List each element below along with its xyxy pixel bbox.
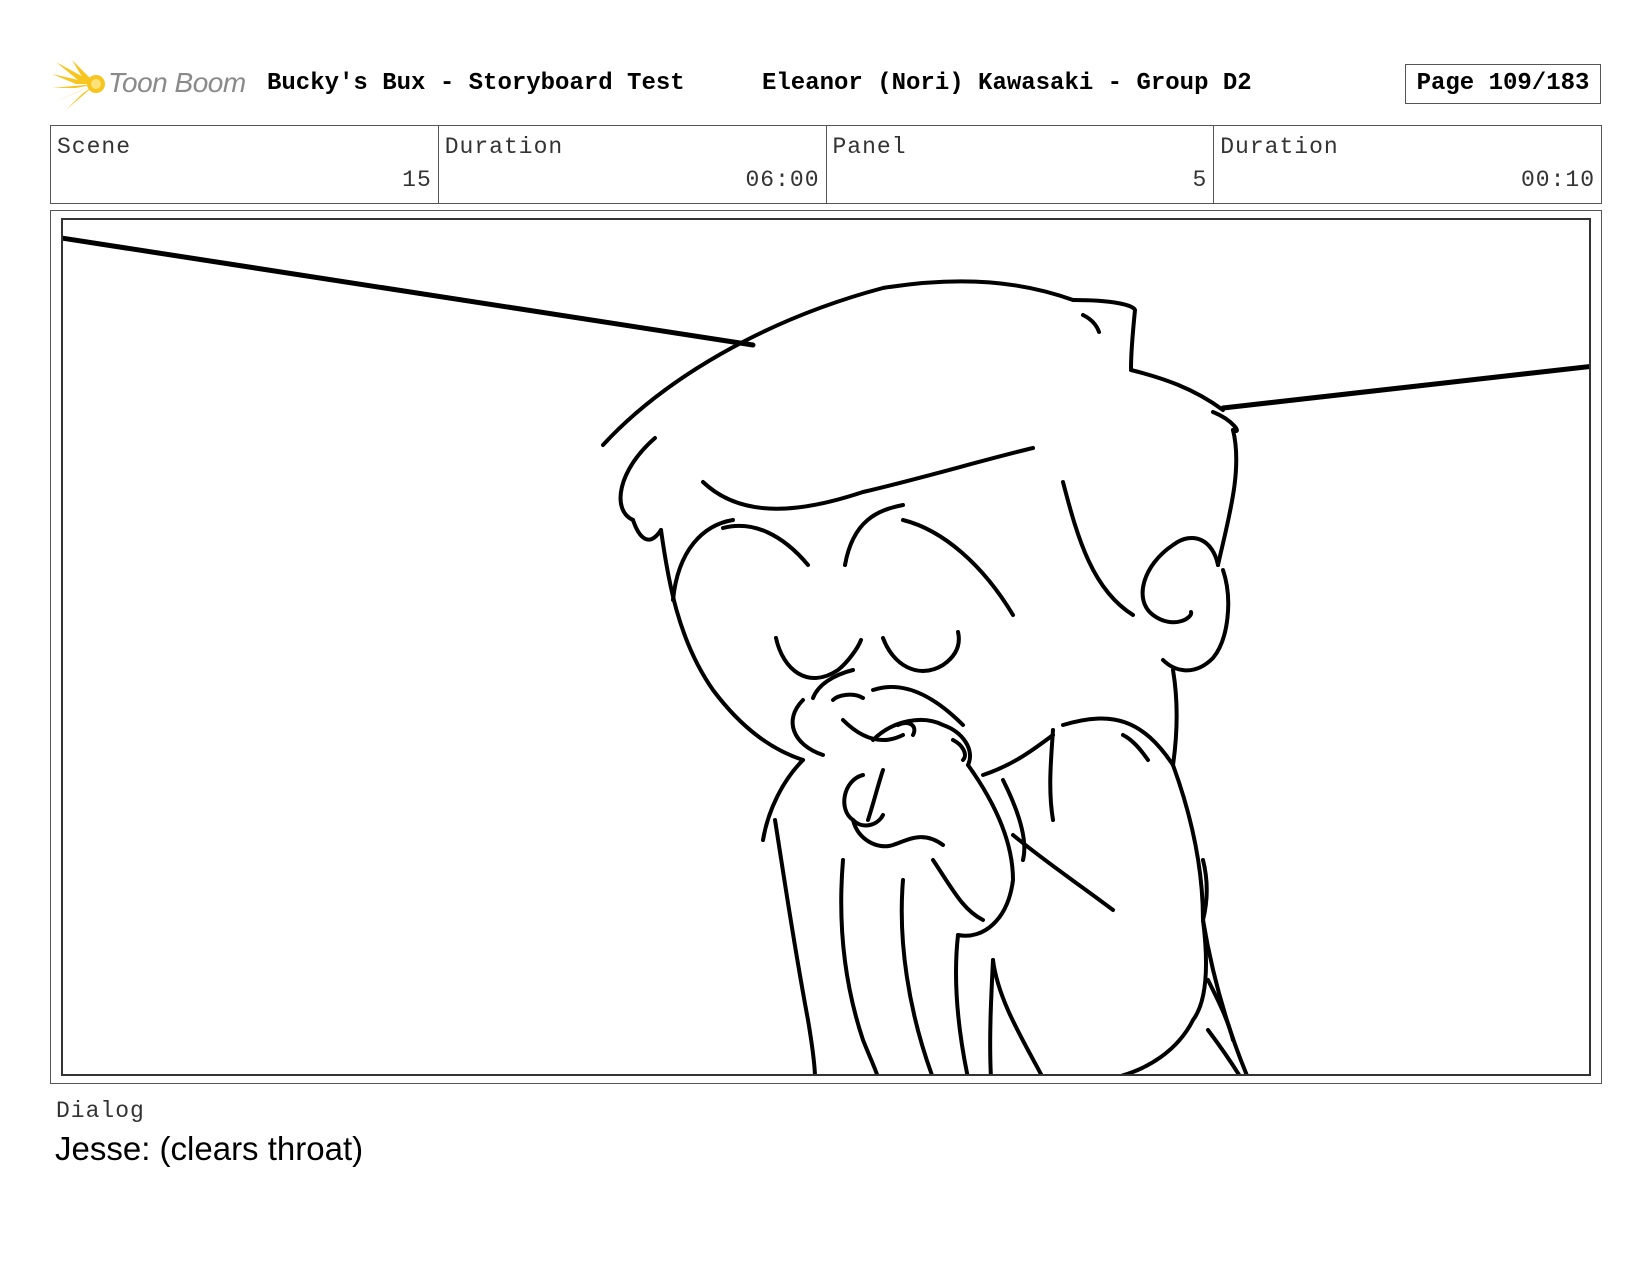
dialog-label: Dialog <box>56 1098 145 1124</box>
scene-label: Scene <box>57 134 132 160</box>
panel-duration-cell: Duration 00:10 <box>1213 126 1601 203</box>
shot-info-table: Scene 15 Duration 06:00 Panel 5 Duration… <box>50 125 1602 204</box>
star-burst-icon <box>52 60 105 110</box>
panel-value: 5 <box>1192 167 1208 193</box>
panel-duration-label: Duration <box>1220 134 1339 160</box>
toon-boom-logo: Toon Boom <box>52 58 252 112</box>
scene-duration-value: 06:00 <box>745 167 820 193</box>
scene-cell: Scene 15 <box>51 126 438 203</box>
scene-value: 15 <box>402 167 432 193</box>
project-title: Bucky's Bux - Storyboard Test <box>267 70 685 97</box>
page-number: Page 109/183 <box>1405 64 1601 104</box>
character-sketch <box>63 235 1589 1074</box>
panel-label: Panel <box>832 134 907 160</box>
panel-cell: Panel 5 <box>825 126 1214 203</box>
scene-duration-label: Duration <box>444 134 564 160</box>
logo-text: Toon Boom <box>108 67 246 98</box>
panel-duration-value: 00:10 <box>1520 167 1595 193</box>
artist-name: Eleanor (Nori) Kawasaki - Group D2 <box>762 70 1252 97</box>
dialog-text: Jesse: (clears throat) <box>55 1130 364 1167</box>
storyboard-panel-drawing <box>61 218 1591 1076</box>
scene-duration-cell: Duration 06:00 <box>437 126 826 203</box>
